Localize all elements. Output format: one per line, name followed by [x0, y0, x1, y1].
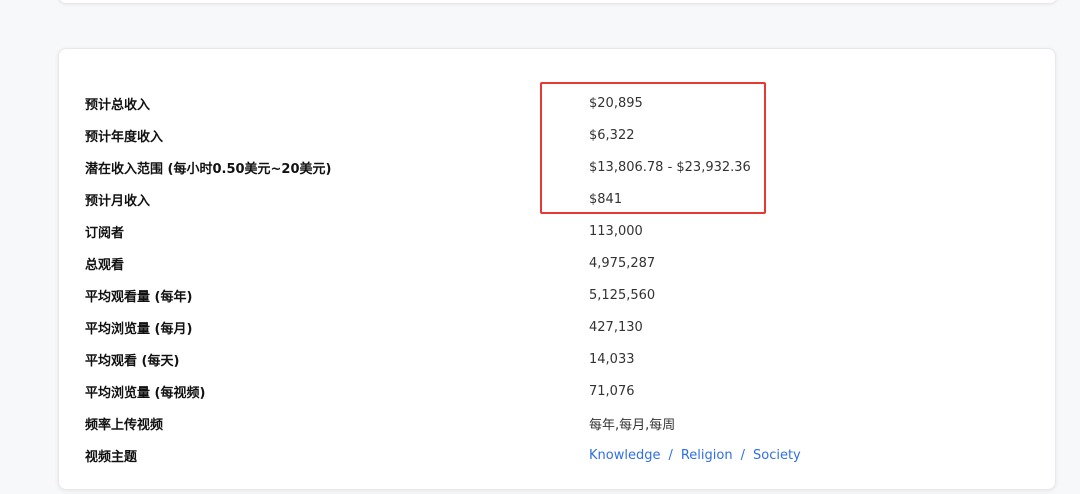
- stat-label: 平均观看 (每天): [85, 353, 180, 369]
- previous-card: [58, 0, 1058, 4]
- stat-label: 视频主题: [85, 449, 138, 465]
- topic-separator: /: [668, 447, 673, 463]
- stat-label: 总观看: [85, 257, 125, 273]
- stat-label: 平均观看量 (每年): [85, 289, 193, 305]
- topic-link-religion[interactable]: Religion: [681, 448, 733, 463]
- stat-label: 预计年度收入: [85, 129, 164, 145]
- stat-value: $13,806.78 - $23,932.36: [589, 159, 751, 175]
- topic-link-knowledge[interactable]: Knowledge: [589, 448, 660, 463]
- stat-value: 4,975,287: [589, 255, 656, 271]
- stat-value: 每年,每月,每周: [589, 417, 676, 433]
- stat-row-upload-frequency: 频率上传视频 每年,每月,每周: [85, 407, 1025, 439]
- stat-row-avg-views-video: 平均浏览量 (每视频) 71,076: [85, 375, 1025, 407]
- topic-links: Knowledge / Religion / Society: [589, 448, 801, 463]
- stat-label: 预计总收入: [85, 97, 151, 113]
- stat-label: 平均浏览量 (每视频): [85, 385, 206, 401]
- stat-label: 平均浏览量 (每月): [85, 321, 193, 337]
- stat-row-monthly-revenue: 预计月收入 $841: [85, 183, 1025, 215]
- stat-value: 14,033: [589, 351, 635, 367]
- stat-value: 113,000: [589, 223, 643, 239]
- stat-label: 订阅者: [85, 225, 125, 241]
- topic-separator: /: [740, 447, 745, 463]
- stat-row-annual-revenue: 预计年度收入 $6,322: [85, 119, 1025, 151]
- stats-list: 预计总收入 $20,895 预计年度收入 $6,322 潜在收入范围 (每小时0…: [85, 87, 1025, 471]
- stat-label: 频率上传视频: [85, 417, 164, 433]
- stat-value: 427,130: [589, 319, 643, 335]
- stat-row-revenue-range: 潜在收入范围 (每小时0.50美元~20美元) $13,806.78 - $23…: [85, 151, 1025, 183]
- stat-value: 5,125,560: [589, 287, 656, 303]
- stat-row-video-topics: 视频主题 Knowledge / Religion / Society: [85, 439, 1025, 471]
- stat-row-total-revenue: 预计总收入 $20,895: [85, 87, 1025, 119]
- stat-value: $841: [589, 191, 623, 207]
- stat-row-avg-views-day: 平均观看 (每天) 14,033: [85, 343, 1025, 375]
- stat-value: $20,895: [589, 95, 643, 111]
- channel-stats-card: 预计总收入 $20,895 预计年度收入 $6,322 潜在收入范围 (每小时0…: [58, 48, 1056, 490]
- topic-link-society[interactable]: Society: [753, 448, 801, 463]
- stat-row-avg-views-month: 平均浏览量 (每月) 427,130: [85, 311, 1025, 343]
- stat-value: $6,322: [589, 127, 635, 143]
- stat-row-total-views: 总观看 4,975,287: [85, 247, 1025, 279]
- stat-value: 71,076: [589, 383, 635, 399]
- stat-label: 潜在收入范围 (每小时0.50美元~20美元): [85, 161, 332, 177]
- stat-label: 预计月收入: [85, 193, 151, 209]
- stat-row-subscribers: 订阅者 113,000: [85, 215, 1025, 247]
- stat-row-avg-views-year: 平均观看量 (每年) 5,125,560: [85, 279, 1025, 311]
